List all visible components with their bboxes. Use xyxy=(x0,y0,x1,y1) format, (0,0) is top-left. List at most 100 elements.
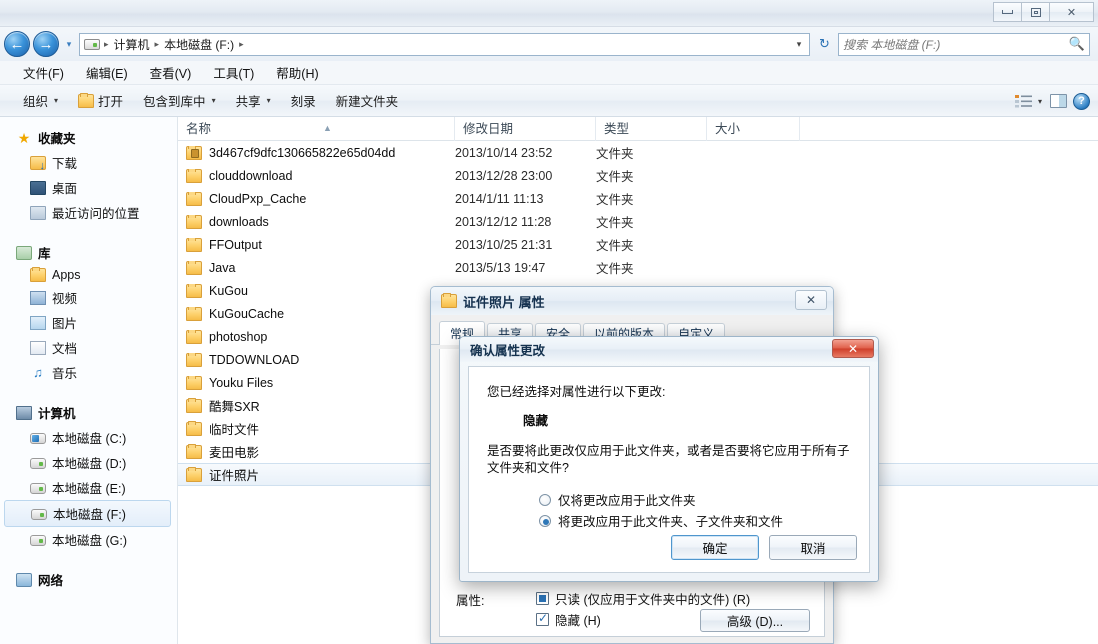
properties-close-button[interactable]: ✕ xyxy=(795,290,827,310)
video-icon xyxy=(30,290,46,305)
close-icon: ✕ xyxy=(805,293,817,307)
breadcrumb-drive-f[interactable]: 本地磁盘 (F:) xyxy=(161,36,237,53)
sidebar-item-apps[interactable]: Apps xyxy=(0,265,177,285)
sidebar-label: 音乐 xyxy=(52,367,78,381)
search-box[interactable]: 搜索 本地磁盘 (F:) 🔍 xyxy=(838,32,1090,56)
window-controls: ✕ xyxy=(993,2,1094,22)
file-name: downloads xyxy=(209,214,269,229)
minimize-button[interactable] xyxy=(993,2,1022,22)
table-row[interactable]: clouddownload 2013/12/28 23:00 文件夹 xyxy=(178,164,1098,187)
folder-icon xyxy=(186,237,202,252)
radio-folder-only-row[interactable]: 仅将更改应用于此文件夹 xyxy=(539,489,851,510)
advanced-button[interactable]: 高级 (D)... xyxy=(700,609,810,632)
table-row[interactable]: downloads 2013/12/12 11:28 文件夹 xyxy=(178,210,1098,233)
refresh-button[interactable]: ↻ xyxy=(813,33,835,56)
sidebar-item-desktop[interactable]: 桌面 xyxy=(0,175,177,200)
folder-icon xyxy=(186,260,202,275)
address-bar[interactable]: ▸ 计算机 ▸ 本地磁盘 (F:) ▸ ▾ xyxy=(79,32,810,56)
file-name: photoshop xyxy=(209,329,268,344)
burn-button[interactable]: 刻录 xyxy=(282,87,325,114)
change-view-button[interactable]: ▾ xyxy=(1013,90,1044,112)
address-dropdown-button[interactable]: ▾ xyxy=(791,39,807,50)
share-button[interactable]: 共享 ▾ xyxy=(227,87,280,114)
organize-button[interactable]: 组织 ▾ xyxy=(14,87,67,114)
breadcrumb-computer[interactable]: 计算机 xyxy=(111,36,153,53)
confirm-close-button[interactable]: ✕ xyxy=(832,339,874,358)
menu-file[interactable]: 文件(F) xyxy=(14,61,73,84)
table-row[interactable]: CloudPxp_Cache 2014/1/11 11:13 文件夹 xyxy=(178,187,1098,210)
sort-ascending-icon: ▲ xyxy=(323,122,332,133)
menu-edit[interactable]: 编辑(E) xyxy=(77,61,137,84)
hidden-checkbox[interactable] xyxy=(536,611,549,626)
new-folder-label: 新建文件夹 xyxy=(335,95,399,109)
folder-locked-icon xyxy=(186,145,202,160)
include-in-library-button[interactable]: 包含到库中 ▾ xyxy=(134,87,225,114)
command-bar: 组织 ▾ 打开 包含到库中 ▾ 共享 ▾ 刻录 新建文件夹 ▾ ? xyxy=(0,85,1098,117)
back-button[interactable]: ← xyxy=(4,31,30,57)
sidebar-item-music[interactable]: ♫ 音乐 xyxy=(0,360,177,385)
file-name: 酷舞SXR xyxy=(209,400,260,414)
table-row[interactable]: Java 2013/5/13 19:47 文件夹 xyxy=(178,256,1098,279)
sidebar-label: 文档 xyxy=(52,342,78,356)
menu-help[interactable]: 帮助(H) xyxy=(267,61,327,84)
restore-button[interactable] xyxy=(1021,2,1050,22)
organize-label: 组织 xyxy=(23,95,49,109)
preview-pane-button[interactable] xyxy=(1050,94,1067,108)
sidebar-item-computer[interactable]: 计算机 xyxy=(0,400,177,425)
file-name-cell: downloads xyxy=(186,214,455,229)
table-row[interactable]: 3d467cf9dfc130665822e65d04dd 2013/10/14 … xyxy=(178,141,1098,164)
table-row[interactable]: FFOutput 2013/10/25 21:31 文件夹 xyxy=(178,233,1098,256)
menu-tools[interactable]: 工具(T) xyxy=(204,61,263,84)
menu-view[interactable]: 查看(V) xyxy=(141,61,201,84)
column-header-size[interactable]: 大小 xyxy=(707,117,800,141)
hidden-checkbox-row[interactable]: 隐藏 (H) 高级 (D)... xyxy=(536,609,810,632)
column-header-type[interactable]: 类型 xyxy=(596,117,707,141)
folder-icon xyxy=(186,306,202,321)
radio-folder-only[interactable] xyxy=(539,493,551,506)
sidebar-item-drive-f[interactable]: 本地磁盘 (F:) xyxy=(4,500,171,527)
folder-icon xyxy=(186,283,202,298)
navigation-pane: ★ 收藏夹 下载 桌面 最近访问的位置 xyxy=(0,117,178,644)
close-button[interactable]: ✕ xyxy=(1049,2,1094,22)
file-date-cell: 2013/12/28 23:00 xyxy=(455,168,553,183)
sidebar-item-downloads[interactable]: 下载 xyxy=(0,150,177,175)
new-folder-button[interactable]: 新建文件夹 xyxy=(327,87,408,114)
sidebar-item-libraries[interactable]: 库 xyxy=(0,240,177,265)
sidebar-item-drive-e[interactable]: 本地磁盘 (E:) xyxy=(0,475,177,500)
sidebar-item-favorites[interactable]: ★ 收藏夹 xyxy=(0,125,177,150)
help-button[interactable]: ? xyxy=(1073,92,1090,110)
folder-icon xyxy=(186,375,202,390)
minimize-icon xyxy=(1002,10,1013,14)
sidebar-item-drive-g[interactable]: 本地磁盘 (G:) xyxy=(0,527,177,552)
forward-button[interactable]: → xyxy=(33,31,59,57)
readonly-checkbox[interactable] xyxy=(536,592,549,605)
radio-folder-sub-files[interactable] xyxy=(539,514,551,527)
history-dropdown-button[interactable]: ▾ xyxy=(62,31,76,57)
ok-button[interactable]: 确定 xyxy=(671,535,759,560)
recent-places-icon xyxy=(30,205,46,220)
readonly-checkbox-row[interactable]: 只读 (仅应用于文件夹中的文件) (R) xyxy=(536,588,810,609)
sidebar-item-pictures[interactable]: 图片 xyxy=(0,310,177,335)
sidebar-item-recent-places[interactable]: 最近访问的位置 xyxy=(0,200,177,225)
confirm-question-text: 是否要将此更改仅应用于此文件夹，或者是否要将它应用于所有子文件夹和文件? xyxy=(487,444,850,475)
sidebar-item-videos[interactable]: 视频 xyxy=(0,285,177,310)
attributes-label: 属性: xyxy=(456,594,485,608)
column-header-date[interactable]: 修改日期 xyxy=(455,117,596,141)
folder-icon xyxy=(186,443,202,459)
radio-folder-sub-files-row[interactable]: 将更改应用于此文件夹、子文件夹和文件 xyxy=(539,510,851,531)
attributes-section: 属性: 只读 (仅应用于文件夹中的文件) (R) 隐藏 (H) 高级 (D)..… xyxy=(456,588,810,632)
sidebar-label: 网络 xyxy=(38,574,64,588)
open-button[interactable]: 打开 xyxy=(69,87,132,114)
sidebar-item-drive-c[interactable]: 本地磁盘 (C:) xyxy=(0,425,177,450)
cancel-button[interactable]: 取消 xyxy=(769,535,857,560)
sidebar-label: Apps xyxy=(52,268,81,282)
sidebar-label: 本地磁盘 (E:) xyxy=(52,482,126,496)
column-header-name[interactable]: 名称 ▲ xyxy=(178,117,455,141)
sidebar-group-libraries: 库 Apps 视频 图片 文档 ♫ 音乐 xyxy=(0,240,177,385)
sidebar-item-network[interactable]: 网络 xyxy=(0,567,177,592)
screen: ✕ ← → ▾ ▸ 计算机 ▸ 本地磁盘 (F:) ▸ ▾ ↻ 搜索 本地磁盘 … xyxy=(0,0,1098,644)
file-name-cell: 酷舞SXR xyxy=(186,396,455,415)
sidebar-item-documents[interactable]: 文档 xyxy=(0,335,177,360)
folder-icon xyxy=(186,329,202,344)
sidebar-item-drive-d[interactable]: 本地磁盘 (D:) xyxy=(0,450,177,475)
